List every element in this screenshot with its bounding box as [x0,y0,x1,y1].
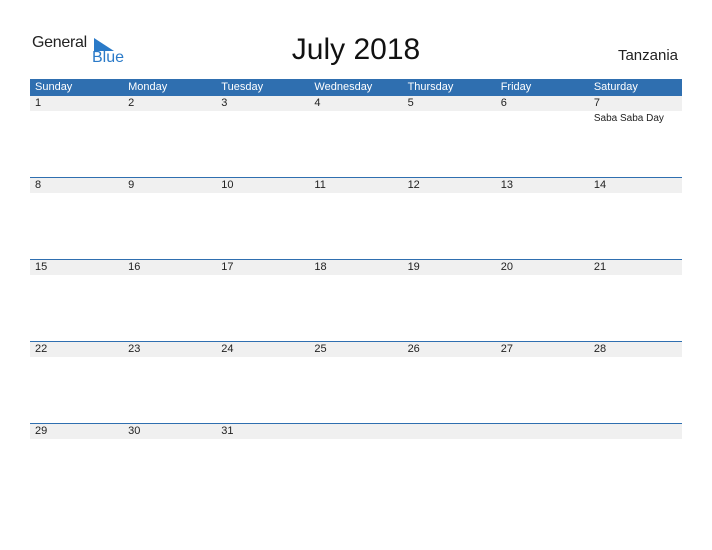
holiday-label [496,193,589,195]
holiday-label [589,275,682,277]
day-number: 6 [500,97,507,109]
holiday-label [309,439,402,441]
calendar-grid: Sunday Monday Tuesday Wednesday Thursday… [30,79,682,505]
day-number: 7 [593,97,600,109]
day-number: 20 [500,261,513,273]
holiday-label [403,275,496,277]
day-number [496,424,589,439]
holiday-label [123,111,216,124]
day-number: 15 [35,261,48,273]
event-row [30,193,682,195]
day-number: 30 [128,425,141,437]
day-number: 17 [221,261,234,273]
day-number: 23 [128,343,141,355]
day-number [403,424,496,439]
holiday-label [589,357,682,359]
holiday-label [309,357,402,359]
holiday-label [309,193,402,195]
holiday-label [496,357,589,359]
day-number: 10 [221,179,234,191]
holiday-label [589,193,682,195]
holiday-label [123,357,216,359]
date-row: 29 30 31 [30,424,682,439]
day-number: 19 [407,261,420,273]
day-number: 25 [314,343,327,355]
date-row: 15 16 17 18 19 20 21 [30,260,682,275]
day-number [589,424,682,439]
event-row [30,275,682,277]
holiday-label [216,439,309,441]
holiday-label [123,275,216,277]
date-row: 8 9 10 11 12 13 14 [30,178,682,193]
holiday-label [123,193,216,195]
day-number: 12 [407,179,420,191]
day-number: 27 [500,343,513,355]
holiday-label [309,111,402,124]
holiday-label [496,439,589,441]
holiday-label [30,275,123,277]
holiday-label [123,439,216,441]
holiday-label [30,193,123,195]
holiday-label [496,111,589,124]
day-number: 16 [128,261,141,273]
weekday-tuesday: Tuesday [221,81,264,93]
week-row: 8 9 10 11 12 13 14 [30,177,682,259]
day-number: 26 [407,343,420,355]
date-row: 22 23 24 25 26 27 28 [30,342,682,357]
week-row: 22 23 24 25 26 27 28 [30,341,682,423]
day-number: 3 [221,97,228,109]
holiday-label [30,357,123,359]
week-row: 15 16 17 18 19 20 21 [30,259,682,341]
day-number: 29 [35,425,48,437]
holiday-label [589,439,682,441]
day-number: 11 [314,179,326,191]
weekday-monday: Monday [128,81,168,93]
holiday-label [403,193,496,195]
holiday-label [403,439,496,441]
day-number: 1 [35,97,42,109]
event-row [30,439,682,441]
day-number: 13 [500,179,513,191]
holiday-label [216,111,309,124]
day-number: 31 [221,425,234,437]
event-row: Saba Saba Day [30,111,682,124]
holiday-label [30,439,123,441]
holiday-label [309,275,402,277]
week-row: 29 30 31 [30,423,682,505]
holiday-label [496,275,589,277]
day-number: 21 [593,261,607,273]
holiday-label: Saba Saba Day [593,113,664,124]
day-number: 2 [128,97,135,109]
day-number: 8 [35,179,42,191]
day-number: 9 [128,179,135,191]
day-number: 4 [314,97,321,109]
country-label: Tanzania [617,47,678,64]
date-row: 1 2 3 4 5 6 7 [30,96,682,111]
day-number: 24 [221,343,234,355]
day-number: 14 [593,179,607,191]
day-number: 5 [407,97,414,109]
day-number: 18 [314,261,327,273]
holiday-label [403,357,496,359]
weekday-wednesday: Wednesday [314,81,373,93]
day-number [309,424,402,439]
day-number: 28 [593,343,607,355]
holiday-label [216,357,309,359]
holiday-label [216,193,309,195]
weekday-header: Sunday Monday Tuesday Wednesday Thursday… [30,79,682,96]
day-number: 22 [35,343,48,355]
holiday-label [30,111,123,124]
weekday-sunday: Sunday [35,81,73,93]
weekday-thursday: Thursday [407,81,454,93]
week-row: 1 2 3 4 5 6 7 Saba Saba Day [30,96,682,177]
holiday-label [216,275,309,277]
weekday-friday: Friday [500,81,532,93]
weekday-saturday: Saturday [593,81,638,93]
event-row [30,357,682,359]
calendar-title: July 2018 [291,33,421,66]
holiday-label [403,111,496,124]
